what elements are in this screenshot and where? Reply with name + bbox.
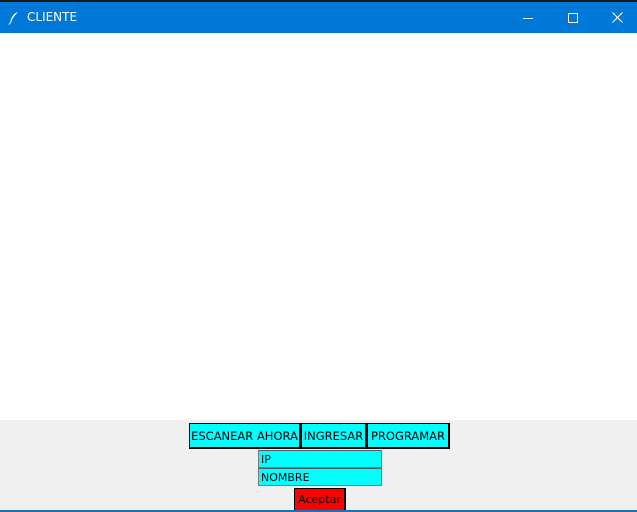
nombre-field[interactable] — [258, 468, 382, 486]
ingresar-button[interactable]: INGRESAR — [301, 423, 367, 449]
minimize-icon — [522, 8, 533, 27]
app-window: CLIENTE ESCANEAR AHORA INGRESAR PROGRAMA… — [0, 2, 637, 512]
feather-icon — [8, 10, 20, 25]
accept-button[interactable]: Aceptar — [294, 488, 346, 512]
programar-button[interactable]: PROGRAMAR — [367, 423, 450, 449]
title-bar[interactable]: CLIENTE — [0, 2, 637, 33]
window-title: CLIENTE — [27, 10, 78, 24]
scan-now-button[interactable]: ESCANEAR AHORA — [189, 423, 301, 449]
close-button[interactable] — [595, 2, 637, 33]
controls-panel: ESCANEAR AHORA INGRESAR PROGRAMAR Acepta… — [0, 420, 637, 512]
canvas-area[interactable] — [0, 33, 637, 420]
close-icon — [612, 8, 623, 27]
ip-field[interactable] — [258, 450, 382, 468]
minimize-button[interactable] — [505, 2, 550, 33]
maximize-icon — [567, 8, 578, 27]
maximize-button[interactable] — [550, 2, 595, 33]
